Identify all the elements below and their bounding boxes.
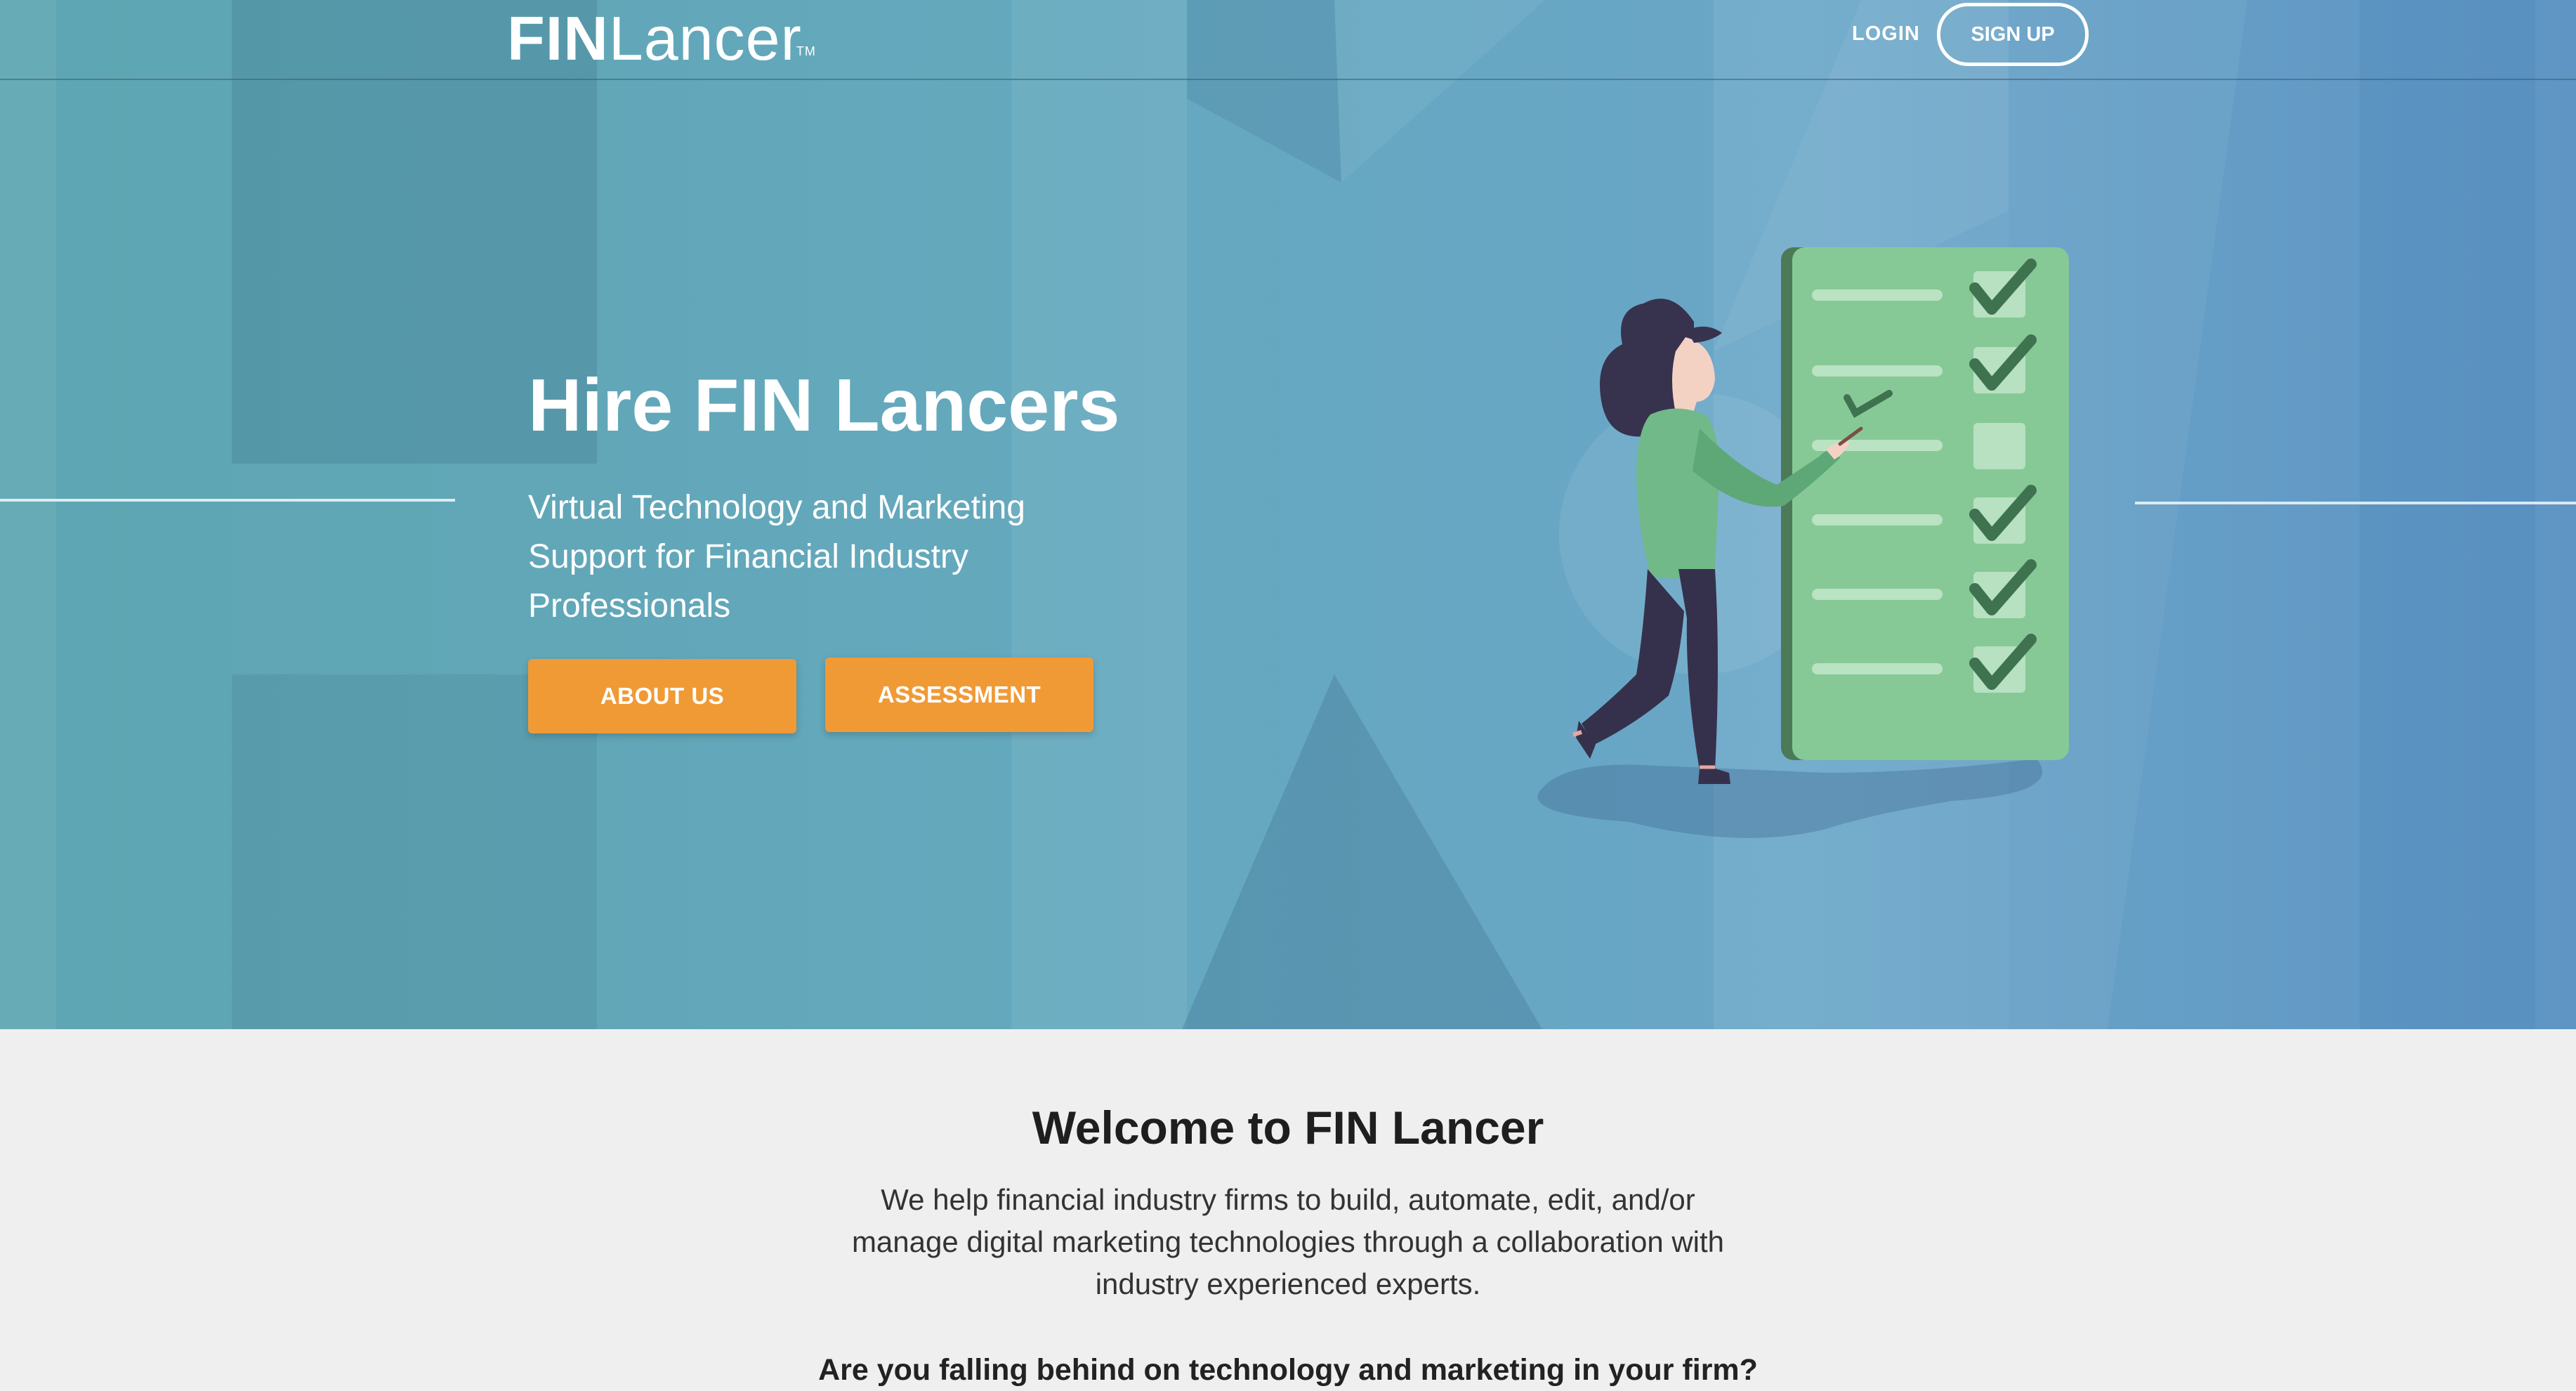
logo-lancer-text: Lancer xyxy=(608,4,802,73)
finlancer-logo[interactable]: FINLancer TM xyxy=(507,0,815,77)
logo-trademark: TM xyxy=(796,44,816,58)
hero-section: FINLancer TM LOGIN SIGN UP Hire FIN Lance… xyxy=(0,0,2576,1034)
welcome-question: Are you falling behind on technology and… xyxy=(818,1353,1758,1387)
signup-button[interactable]: SIGN UP xyxy=(1937,3,2089,66)
left-accent-line xyxy=(0,499,455,502)
hero-bottom-edge xyxy=(0,1029,2576,1034)
woman-checklist-illustration xyxy=(1537,247,2069,838)
right-accent-line xyxy=(2135,502,2576,504)
welcome-title: Welcome to FIN Lancer xyxy=(1032,1102,1544,1154)
hero-subtitle: Virtual Technology and Marketing Support… xyxy=(528,489,1025,625)
assessment-button[interactable]: ASSESSMENT xyxy=(825,658,1093,732)
welcome-description: We help financial industry firms to buil… xyxy=(851,1183,1725,1300)
nav-divider xyxy=(0,79,2576,80)
logo-fin-text: FIN xyxy=(507,4,609,73)
background-buildings xyxy=(0,0,2535,1034)
login-link[interactable]: LOGIN xyxy=(1852,18,1920,49)
about-us-button[interactable]: ABOUT US xyxy=(528,659,796,733)
hero-title: Hire FIN Lancers xyxy=(528,364,1120,447)
